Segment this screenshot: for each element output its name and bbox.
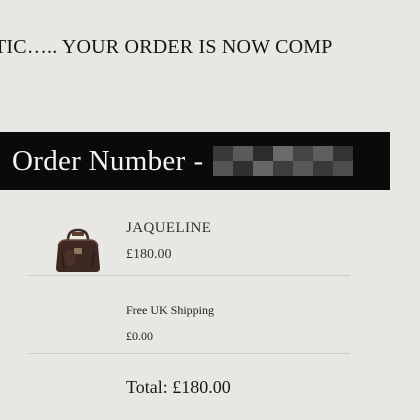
order-complete-headline: TIC….. YOUR ORDER IS NOW COMP: [0, 36, 420, 59]
order-total: Total: £180.00: [126, 377, 231, 397]
divider: [28, 275, 350, 276]
item-price: £180.00: [126, 247, 172, 262]
order-number-banner: Order Number - ••••••: [0, 132, 390, 190]
item-name: JAQUELINE: [126, 220, 212, 236]
divider: [28, 353, 350, 354]
handbag-thumbnail: [56, 228, 100, 272]
order-number-value: ••••••: [213, 146, 255, 168]
shipping-price: £0.00: [126, 329, 153, 343]
order-number-separator: -: [193, 144, 204, 177]
order-number-redacted: ••••••: [213, 146, 354, 176]
headline-text: TIC….. YOUR ORDER IS NOW COMP: [0, 36, 333, 58]
shipping-label: Free UK Shipping: [126, 303, 214, 317]
order-number-label: Order Number: [12, 144, 186, 177]
